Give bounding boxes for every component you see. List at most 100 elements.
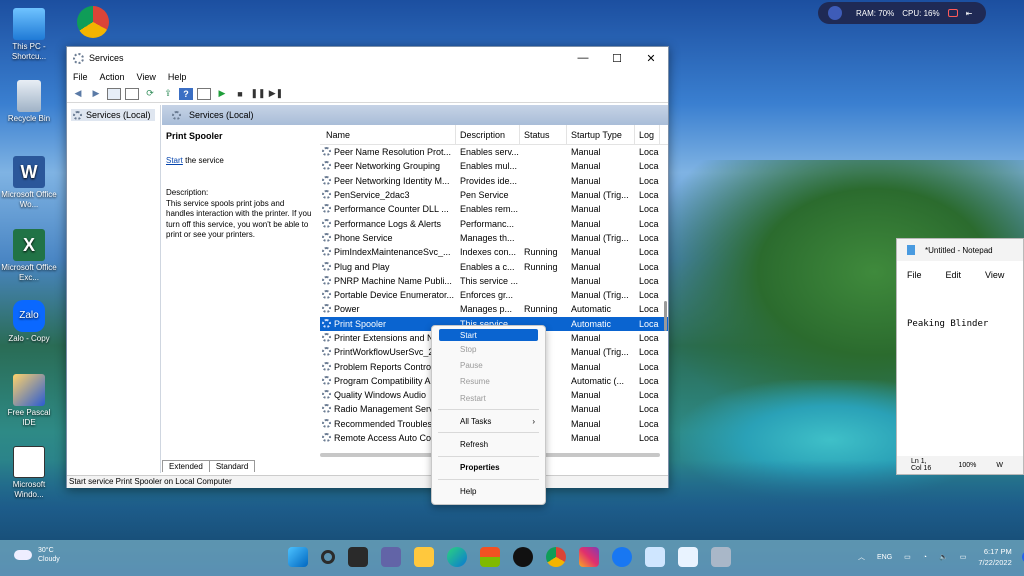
view-tabs: Extended Standard [162, 460, 256, 472]
photos-icon[interactable] [645, 547, 665, 567]
column-startup-type[interactable]: Startup Type [567, 125, 635, 145]
table-row[interactable]: Peer Networking Grouping Enables mul... Ma… [320, 159, 668, 173]
ctx-stop[interactable]: Stop [432, 341, 545, 357]
start-service-link[interactable]: Start [166, 156, 183, 165]
battery-icon[interactable]: ▭ [960, 553, 967, 561]
notepad-taskbar-icon[interactable] [678, 547, 698, 567]
desktop-icon-this-pc[interactable]: This PC - Shortcu... [0, 8, 58, 62]
collapse-icon[interactable]: ⇤ [966, 9, 973, 18]
table-row[interactable]: Plug and Play Enables a c... Running Manual… [320, 259, 668, 273]
menu-help[interactable]: Help [168, 72, 187, 82]
minimize-button[interactable]: — [566, 52, 600, 65]
clock[interactable]: 6:17 PM 7/22/2022 [978, 546, 1011, 568]
list-view-icon[interactable] [125, 87, 139, 100]
desktop-icon-excel[interactable]: X Microsoft Office Exc... [0, 229, 58, 283]
monitor-tray-icon[interactable]: ▭ [904, 553, 911, 561]
cell-startup-type: Manual [571, 390, 601, 401]
scroll-thumb[interactable] [664, 301, 667, 331]
record-icon[interactable] [947, 9, 958, 17]
weather-widget[interactable]: 30°C Cloudy [14, 546, 60, 564]
back-icon[interactable]: ◀ [71, 88, 85, 100]
notepad-text-area[interactable]: Peaking Blinder [897, 289, 1023, 459]
facebook-icon[interactable] [612, 547, 632, 567]
table-row[interactable]: Power Manages p... Running Automatic Loca [320, 302, 668, 316]
ctx-all-tasks[interactable]: All Tasks › [432, 413, 545, 429]
column-name[interactable]: Name [320, 125, 456, 145]
notepad-menu-file[interactable]: File [907, 270, 922, 280]
cell-description: Manages th... [460, 232, 515, 243]
chrome-taskbar-icon[interactable] [546, 547, 566, 567]
gear-icon [73, 110, 82, 120]
table-row[interactable]: PenService_2dac3 Pen Service Manual (Trig.… [320, 188, 668, 202]
ctx-start[interactable]: Start [439, 329, 538, 341]
instagram-icon[interactable] [579, 547, 599, 567]
pause-service-icon[interactable]: ❚❚ [250, 88, 265, 100]
wifi-icon[interactable]: ◔ [923, 554, 927, 561]
cell-name-text: PNRP Machine Name Publi... [334, 275, 452, 286]
desktop-icon-recycle-bin[interactable]: Recycle Bin [0, 80, 58, 124]
column-status[interactable]: Status [520, 125, 567, 145]
desktop-icon-free-pascal[interactable]: Free Pascal IDE [0, 374, 58, 428]
help-icon[interactable]: ? [179, 87, 193, 100]
start-service-icon[interactable]: ▶ [215, 88, 229, 100]
tab-extended[interactable]: Extended [162, 460, 210, 472]
properties-icon[interactable] [197, 87, 211, 100]
ctx-pause[interactable]: Pause [432, 357, 545, 373]
ctx-restart[interactable]: Restart [432, 390, 545, 406]
title-bar[interactable]: Services — ☐ ✕ [67, 47, 668, 69]
desktop-icon-chrome[interactable] [64, 6, 122, 40]
table-row[interactable]: Peer Name Resolution Prot... Enables serv… [320, 145, 668, 159]
menu-action[interactable]: Action [100, 72, 125, 82]
ctx-resume[interactable]: Resume [432, 374, 545, 390]
export-icon[interactable]: ⇪ [161, 88, 175, 100]
ctx-properties[interactable]: Properties [432, 460, 545, 476]
maximize-button[interactable]: ☐ [600, 52, 634, 65]
notepad-title-bar[interactable]: *Untitled - Notepad [897, 239, 1023, 261]
tree-item-services-local[interactable]: Services (Local) [71, 109, 155, 121]
ctx-refresh[interactable]: Refresh [432, 436, 545, 452]
column-log-on-as[interactable]: Log [635, 125, 660, 145]
table-row[interactable]: PNRP Machine Name Publi... This service .… [320, 274, 668, 288]
table-row[interactable]: PimIndexMaintenanceSvc_... Indexes con...… [320, 245, 668, 259]
chevron-up-icon[interactable]: ︿ [858, 552, 865, 562]
table-row[interactable]: Peer Networking Identity M... Provides id… [320, 174, 668, 188]
notepad-menu-edit[interactable]: Edit [946, 270, 962, 280]
table-row[interactable]: Performance Counter DLL ... Enables rem..… [320, 202, 668, 216]
close-button[interactable]: ✕ [634, 52, 668, 65]
desktop-icon-word[interactable]: W Microsoft Office Wo... [0, 156, 58, 210]
language-indicator[interactable]: ENG [877, 554, 892, 561]
services-taskbar-icon[interactable] [711, 547, 731, 567]
gear-icon [322, 390, 331, 400]
speaker-icon[interactable]: 🔈 [939, 553, 948, 561]
table-row[interactable]: Phone Service Manages th... Manual (Trig..… [320, 231, 668, 245]
cell-startup-type: Automatic [571, 304, 612, 315]
start-icon[interactable] [288, 547, 308, 567]
show-hide-tree-icon[interactable] [107, 87, 121, 100]
column-description[interactable]: Description [456, 125, 520, 145]
ctx-help[interactable]: Help [432, 483, 545, 499]
table-row[interactable]: Portable Device Enumerator... Enforces gr… [320, 288, 668, 302]
task-view-icon[interactable] [348, 547, 368, 567]
desktop-icon-windows-app[interactable]: Microsoft Windo... [0, 446, 58, 500]
tab-standard[interactable]: Standard [208, 460, 256, 472]
store-icon[interactable] [480, 547, 500, 567]
notepad-menu-view[interactable]: View [985, 270, 1004, 280]
vertical-scrollbar[interactable] [662, 145, 668, 453]
restart-service-icon[interactable]: ▶❚ [269, 88, 283, 100]
desktop-icon-zalo[interactable]: Zalo Zalo - Copy [0, 300, 58, 344]
table-row[interactable]: Performance Logs & Alerts Performanc... Ma… [320, 216, 668, 230]
stop-service-icon[interactable]: ■ [233, 88, 247, 100]
teams-chat-icon[interactable] [381, 547, 401, 567]
system-monitor-widget[interactable]: RAM: 70% CPU: 16% ⇤ [818, 2, 986, 24]
menu-file[interactable]: File [73, 72, 88, 82]
gear-icon [322, 347, 331, 357]
file-explorer-icon[interactable] [414, 547, 434, 567]
forward-icon[interactable]: ▶ [89, 88, 103, 100]
refresh-icon[interactable]: ⟳ [143, 88, 157, 100]
menu-view[interactable]: View [137, 72, 156, 82]
date: 7/22/2022 [978, 558, 1012, 567]
tiktok-icon[interactable] [513, 547, 533, 567]
search-icon[interactable] [321, 550, 335, 564]
edge-icon[interactable] [447, 547, 467, 567]
panel-header-title: Services (Local) [189, 110, 254, 120]
